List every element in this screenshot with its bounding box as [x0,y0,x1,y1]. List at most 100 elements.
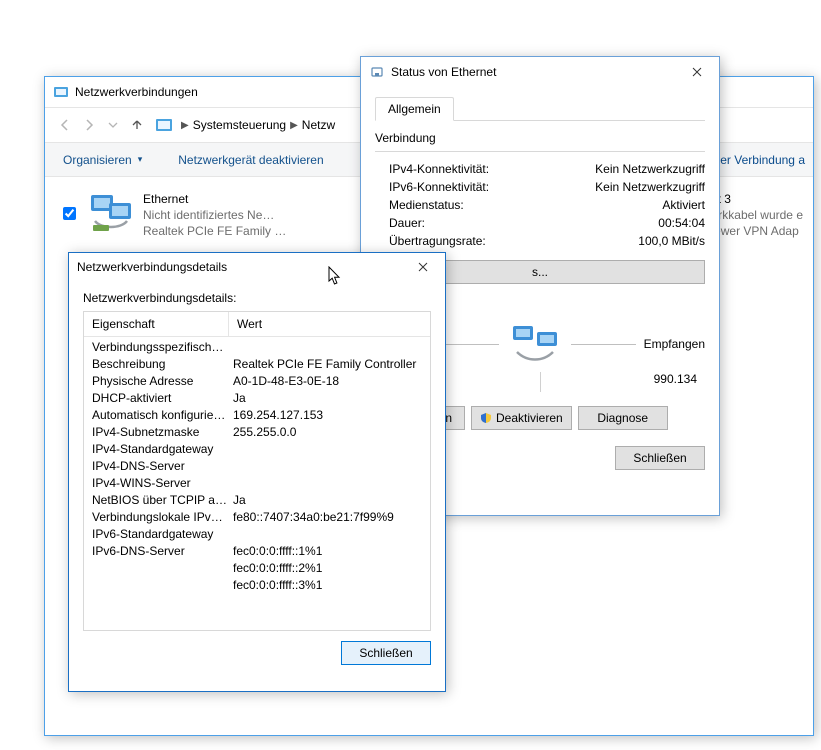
organize-menu[interactable]: Organisieren [57,149,148,171]
network-adapter-icon [87,191,135,235]
network-details-window: Netzwerkverbindungsdetails Netzwerkverbi… [68,252,446,692]
nav-back-icon[interactable] [53,113,77,137]
duration-value: 00:54:04 [658,216,705,230]
ipv4-conn-label: IPv4-Konnektivität: [389,162,489,176]
value-cell: fec0:0:0:ffff::3%1 [229,577,430,594]
table-row[interactable]: BeschreibungRealtek PCIe FE Family Contr… [84,356,430,373]
property-cell: IPv6-DNS-Server [84,543,229,560]
property-cell: IPv6-Standardgateway [84,526,229,543]
table-row[interactable]: IPv6-Standardgateway [84,526,430,543]
value-cell: Realtek PCIe FE Family Controller [229,356,430,373]
table-row[interactable]: Verbindungsspezifisches… [84,339,430,356]
activity-icon [507,322,563,366]
ipv6-conn-value: Kein Netzwerkzugriff [595,180,705,194]
property-cell: IPv4-WINS-Server [84,475,229,492]
table-row[interactable]: DHCP-aktiviertJa [84,390,430,407]
details-subtitle: Netzwerkverbindungsdetails: [83,291,431,305]
value-cell: fec0:0:0:ffff::1%1 [229,543,430,560]
close-button[interactable]: Schließen [341,641,431,665]
close-button[interactable]: Schließen [615,446,705,470]
diagnose-button[interactable]: Diagnose [578,406,668,430]
status-tabs: Allgemein [375,97,705,121]
value-cell [229,458,430,475]
value-cell: Ja [229,492,430,509]
connection-subtitle-2: Realtek PCIe FE Family … [143,223,286,239]
media-status-label: Medienstatus: [389,198,464,212]
property-cell: DHCP-aktiviert [84,390,229,407]
value-cell: 169.254.127.153 [229,407,430,424]
breadcrumb-root[interactable]: Systemsteuerung [193,118,286,132]
connection-title: Ethernet [143,191,286,207]
table-row[interactable]: Automatisch konfiguriert…169.254.127.153 [84,407,430,424]
details-title: Netzwerkverbindungsdetails [77,260,227,274]
details-table: Eigenschaft Wert Verbindungsspezifisches… [83,311,431,631]
property-cell: Verbindungslokale IPv6-… [84,509,229,526]
table-row[interactable]: IPv4-WINS-Server [84,475,430,492]
value-cell [229,526,430,543]
table-row[interactable]: IPv4-Subnetzmaske255.255.0.0 [84,424,430,441]
rate-value: 100,0 MBit/s [638,234,705,248]
deactivate-button[interactable]: Deaktivieren [471,406,572,430]
chevron-right-icon: ▶ [290,120,298,131]
duration-label: Dauer: [389,216,425,230]
close-button[interactable] [675,57,719,87]
control-panel-icon [53,84,69,100]
status-titlebar[interactable]: Status von Ethernet [361,57,719,87]
nav-up-icon[interactable] [125,113,149,137]
breadcrumb-next[interactable]: Netzw [302,118,335,132]
close-button[interactable] [401,252,445,282]
property-cell [84,577,229,594]
divider [375,151,705,152]
table-row[interactable]: NetBIOS über TCPIP ak…Ja [84,492,430,509]
property-cell: IPv4-DNS-Server [84,458,229,475]
divider [540,372,541,392]
value-cell [229,475,430,492]
property-cell: IPv4-Standardgateway [84,441,229,458]
property-cell: Verbindungsspezifisches… [84,339,229,356]
value-cell: fe80::7407:34a0:be21:7f99%9 [229,509,430,526]
explorer-title: Netzwerkverbindungen [75,85,198,99]
control-panel-icon [155,116,173,134]
table-row[interactable]: fec0:0:0:ffff::2%1 [84,560,430,577]
details-table-header[interactable]: Eigenschaft Wert [84,312,430,337]
header-property[interactable]: Eigenschaft [84,312,229,336]
property-cell: Physische Adresse [84,373,229,390]
ethernet-icon [369,64,385,80]
property-cell: Beschreibung [84,356,229,373]
deactivate-device-cmd[interactable]: Netzwerkgerät deaktivieren [172,149,329,171]
rate-label: Übertragungsrate: [389,234,486,248]
property-cell: Automatisch konfiguriert… [84,407,229,424]
property-cell: IPv4-Subnetzmaske [84,424,229,441]
property-cell [84,560,229,577]
breadcrumb[interactable]: ▶ Systemsteuerung ▶ Netzw [155,116,335,134]
connection-item-ethernet[interactable]: Ethernet Nicht identifiziertes Ne… Realt… [53,185,313,245]
value-cell: Ja [229,390,430,407]
divider [571,344,635,345]
value-cell [229,441,430,458]
value-cell [229,339,430,356]
value-cell: A0-1D-48-E3-0E-18 [229,373,430,390]
shield-icon [480,412,492,424]
status-title: Status von Ethernet [391,65,496,79]
nav-forward-icon[interactable] [77,113,101,137]
details-titlebar[interactable]: Netzwerkverbindungsdetails [69,253,445,281]
value-cell: 255.255.0.0 [229,424,430,441]
tab-general[interactable]: Allgemein [375,97,454,121]
recv-label: Empfangen [644,337,705,351]
ipv6-conn-label: IPv6-Konnektivität: [389,180,489,194]
table-row[interactable]: fec0:0:0:ffff::3%1 [84,577,430,594]
deactivate-label: Deaktivieren [496,411,563,425]
header-value[interactable]: Wert [229,312,430,336]
connection-subtitle-1: Nicht identifiziertes Ne… [143,207,286,223]
connection-checkbox[interactable] [63,207,76,220]
chevron-right-icon: ▶ [181,120,189,131]
nav-recent-icon[interactable] [101,113,125,137]
value-cell: fec0:0:0:ffff::2%1 [229,560,430,577]
table-row[interactable]: Physische AdresseA0-1D-48-E3-0E-18 [84,373,430,390]
table-row[interactable]: IPv6-DNS-Serverfec0:0:0:ffff::1%1 [84,543,430,560]
group-connection-label: Verbindung [375,131,705,147]
table-row[interactable]: Verbindungslokale IPv6-…fe80::7407:34a0:… [84,509,430,526]
property-cell: NetBIOS über TCPIP ak… [84,492,229,509]
table-row[interactable]: IPv4-Standardgateway [84,441,430,458]
table-row[interactable]: IPv4-DNS-Server [84,458,430,475]
